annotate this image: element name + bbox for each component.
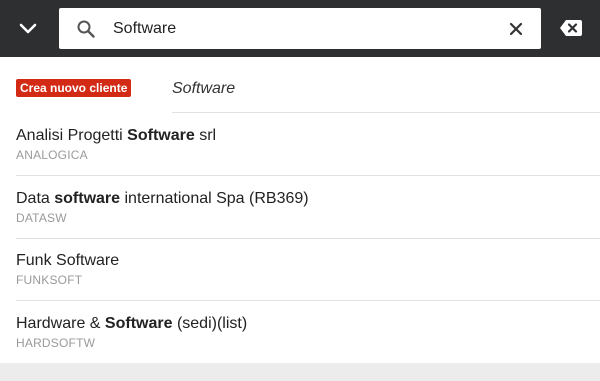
result-item[interactable]: Analisi Progetti Software srl ANALOGICA	[0, 114, 600, 176]
divider	[172, 112, 600, 113]
search-box	[59, 8, 541, 49]
result-code: HARDSOFTW	[16, 336, 96, 350]
divider	[16, 175, 600, 176]
result-name: Hardware & Software (sedi)(list)	[16, 315, 248, 332]
divider	[16, 300, 600, 301]
search-icon	[77, 20, 95, 38]
result-item[interactable]: Funk Software FUNKSOFT	[0, 239, 600, 301]
results-panel: Crea nuovo cliente Software Analisi Prog…	[0, 57, 600, 363]
close-icon	[509, 22, 523, 36]
result-item[interactable]: Data software international Spa (RB369) …	[0, 177, 600, 239]
create-client-button[interactable]: Crea nuovo cliente	[16, 79, 132, 97]
query-echo: Software	[172, 80, 236, 97]
result-code: DATASW	[16, 211, 67, 225]
clear-search-button[interactable]	[505, 18, 527, 40]
result-name: Funk Software	[16, 252, 120, 269]
search-input[interactable]	[113, 17, 493, 41]
result-item[interactable]: Hardware & Software (sedi)(list) HARDSOF…	[0, 302, 600, 364]
collapse-button[interactable]	[10, 12, 46, 46]
create-client-row: Crea nuovo cliente Software	[0, 57, 600, 113]
result-code: ANALOGICA	[16, 148, 88, 162]
backspace-icon	[560, 20, 582, 36]
backspace-button[interactable]	[557, 16, 585, 40]
top-bar	[0, 0, 600, 57]
result-code: FUNKSOFT	[16, 273, 83, 287]
result-name: Data software international Spa (RB369)	[16, 190, 309, 207]
result-name: Analisi Progetti Software srl	[16, 127, 217, 144]
chevron-down-icon	[19, 23, 37, 34]
